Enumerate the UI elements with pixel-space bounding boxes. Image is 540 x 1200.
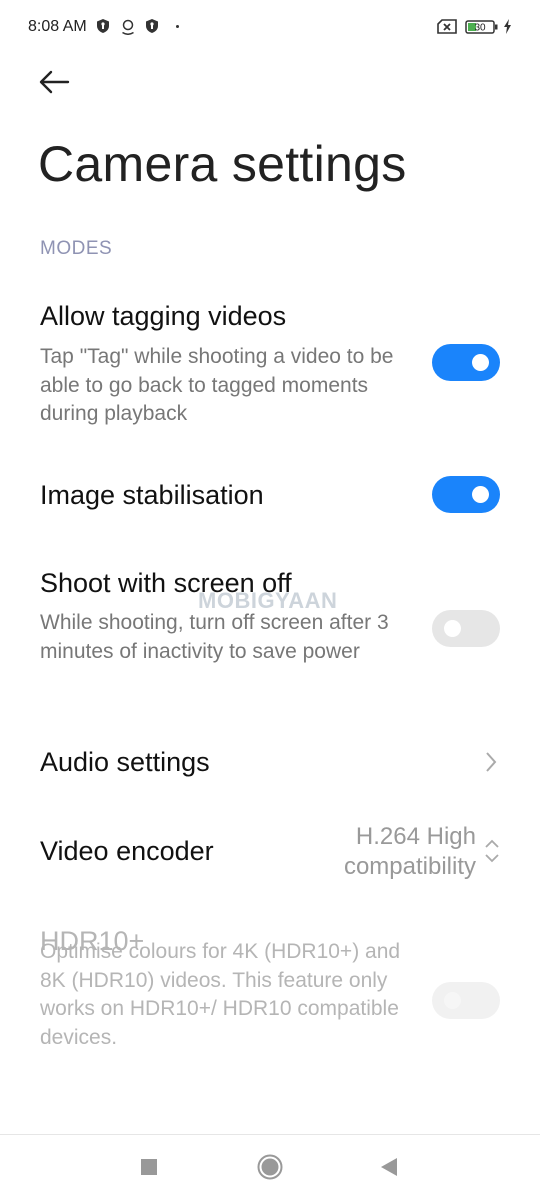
status-time: 8:08 AM (28, 18, 87, 35)
setting-description: Tap "Tag" while shooting a video to be a… (40, 345, 394, 425)
setting-audio-settings[interactable]: Audio settings (0, 730, 540, 800)
video-encoder-value: H.264 High compatibility (344, 822, 476, 882)
shield-icon (97, 19, 109, 38)
svg-text:30: 30 (474, 23, 486, 34)
home-circle-icon (257, 1154, 283, 1180)
setting-image-stabilisation[interactable]: Image stabilisation (0, 462, 540, 532)
toggle-knob (444, 620, 461, 637)
recents-square-icon (141, 1159, 157, 1175)
image-stabilisation-toggle[interactable] (432, 476, 500, 513)
charging-icon (503, 19, 512, 39)
shield-icon (146, 19, 158, 38)
video-encoder-value-line2: compatibility (343, 853, 476, 880)
setting-title: Allow tagging videos (40, 301, 287, 331)
setting-description: While shooting, turn off screen after 3 … (40, 611, 389, 663)
page-title: Camera settings (38, 136, 407, 192)
setting-title: Video encoder (40, 836, 214, 866)
toggle-knob (472, 486, 489, 503)
back-button[interactable] (34, 66, 74, 98)
section-label-modes: MODES (40, 238, 113, 259)
setting-title: Audio settings (40, 747, 210, 777)
setting-allow-tagging-videos[interactable]: Allow tagging videos Tap "Tag" while sho… (0, 295, 540, 435)
chevron-up-down-icon (484, 838, 500, 869)
sim-missing-icon (437, 19, 457, 39)
setting-title: Image stabilisation (40, 480, 264, 510)
hdr10-plus-description: Optimise colours for 4K (HDR10+) and 8K … (40, 940, 401, 1049)
hdr10-plus-toggle (432, 982, 500, 1019)
back-triangle-icon (381, 1158, 397, 1176)
setting-video-encoder[interactable]: Video encoder H.264 High compatibility (0, 818, 540, 893)
shoot-screen-off-toggle[interactable] (432, 610, 500, 647)
battery-icon: 30 (465, 20, 499, 39)
recents-button[interactable] (140, 1158, 158, 1181)
setting-shoot-with-screen-off[interactable]: Shoot with screen off While shooting, tu… (0, 562, 540, 702)
notification-dot-icon (176, 25, 179, 28)
status-bar: 8:08 AM 30 (0, 0, 540, 56)
toggle-knob (472, 354, 489, 371)
arrow-left-icon (39, 70, 70, 94)
nav-divider (0, 1134, 540, 1135)
watermark: MOBIGYAAN (198, 588, 338, 613)
toggle-knob (444, 992, 461, 1009)
video-encoder-value-line1: H.264 High (355, 823, 476, 850)
chevron-right-icon (484, 750, 498, 779)
back-nav-button[interactable] (380, 1157, 398, 1182)
allow-tagging-toggle[interactable] (432, 344, 500, 381)
location-icon (121, 19, 135, 40)
home-button[interactable] (257, 1154, 283, 1185)
